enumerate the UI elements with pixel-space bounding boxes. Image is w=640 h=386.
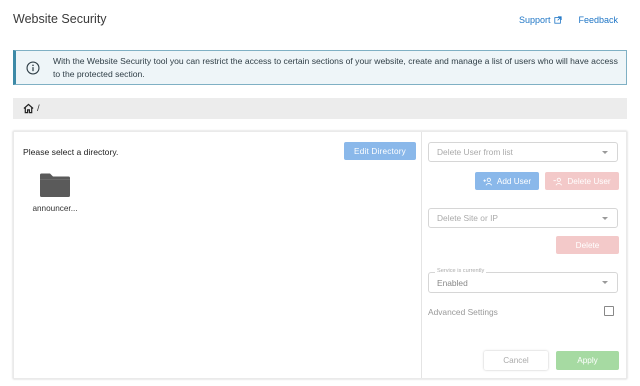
info-icon	[26, 60, 40, 75]
home-icon[interactable]	[23, 103, 34, 114]
page-title: Website Security	[13, 12, 107, 26]
apply-button[interactable]: Apply	[556, 351, 619, 370]
top-links: Support Feedback	[519, 15, 618, 25]
delete-user-label: Delete User	[567, 176, 611, 186]
cancel-button[interactable]: Cancel	[484, 351, 548, 370]
delete-user-button[interactable]: Delete User	[545, 172, 619, 190]
chevron-down-icon	[602, 151, 608, 154]
folder-icon	[40, 173, 70, 197]
external-link-icon	[554, 16, 563, 24]
edit-directory-button[interactable]: Edit Directory	[344, 142, 416, 160]
service-status-legend: Service is currently	[435, 268, 487, 274]
chevron-down-icon	[602, 217, 608, 220]
add-user-icon	[483, 177, 493, 186]
access-pane: Delete User from list Add User Delete Us…	[422, 132, 628, 378]
directory-prompt: Please select a directory.	[23, 147, 119, 157]
breadcrumb: /	[13, 98, 627, 119]
info-banner: With the Website Security tool you can r…	[13, 50, 627, 85]
chevron-down-icon	[602, 281, 608, 284]
delete-user-select[interactable]: Delete User from list	[428, 142, 618, 162]
add-user-button[interactable]: Add User	[475, 172, 539, 190]
delete-user-select-placeholder: Delete User from list	[437, 147, 513, 157]
feedback-link[interactable]: Feedback	[578, 15, 618, 25]
delete-site-select-placeholder: Delete Site or IP	[437, 213, 498, 223]
service-status-select[interactable]: Service is currently Enabled	[428, 268, 618, 293]
folder-name: announcer...	[32, 204, 78, 213]
support-link-label: Support	[518, 15, 551, 25]
security-panel: Please select a directory. Edit Director…	[13, 131, 627, 379]
advanced-settings-label: Advanced Settings	[428, 307, 498, 317]
delete-site-button[interactable]: Delete	[556, 236, 619, 254]
advanced-settings-checkbox[interactable]	[604, 306, 614, 316]
support-link[interactable]: Support	[519, 15, 563, 25]
breadcrumb-separator: /	[37, 103, 40, 114]
remove-user-icon	[553, 177, 563, 186]
service-status-value: Enabled	[437, 277, 468, 288]
add-user-label: Add User	[496, 176, 532, 186]
delete-site-select[interactable]: Delete Site or IP	[428, 208, 618, 228]
info-text: With the Website Security tool you can r…	[53, 56, 618, 79]
folder-item[interactable]: announcer...	[28, 172, 82, 213]
directory-pane: Please select a directory. Edit Director…	[14, 132, 422, 378]
